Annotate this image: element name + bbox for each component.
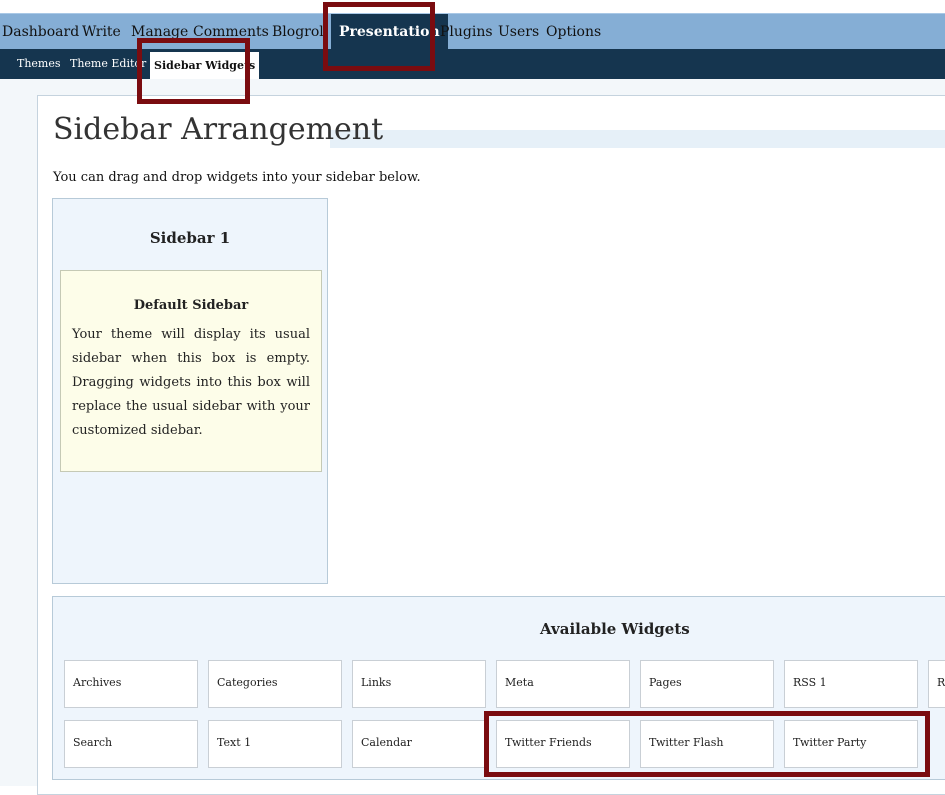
widget-calendar[interactable]: Calendar [352, 720, 486, 768]
nav-write[interactable]: Write [82, 14, 121, 50]
default-sidebar-box: Default Sidebar Your theme will display … [60, 270, 322, 472]
nav-dashboard[interactable]: Dashboard [2, 14, 79, 50]
widget-twitter-party[interactable]: Twitter Party [784, 720, 918, 768]
widget-twitter-flash[interactable]: Twitter Flash [640, 720, 774, 768]
default-sidebar-text: Your theme will display its usual sideba… [72, 327, 310, 438]
subnav-sidebar-widgets[interactable]: Sidebar Widgets [150, 52, 260, 79]
widget-twitter-friends[interactable]: Twitter Friends [496, 720, 630, 768]
widget-meta[interactable]: Meta [496, 660, 630, 708]
sidebar-title: Sidebar 1 [149, 229, 231, 247]
sub-nav: Themes Theme Editor Sidebar Widgets [0, 49, 945, 79]
nav-presentation[interactable]: Presentation [331, 14, 448, 51]
nav-comments[interactable]: Comments [193, 14, 269, 50]
page-title: Sidebar Arrangement [53, 112, 384, 147]
intro-text: You can drag and drop widgets into your … [53, 170, 421, 185]
available-widgets-title: Available Widgets [540, 620, 690, 638]
widget-pages[interactable]: Pages [640, 660, 774, 708]
widget-archives[interactable]: Archives [64, 660, 198, 708]
widget-text-1[interactable]: Text 1 [208, 720, 342, 768]
nav-blogroll[interactable]: Blogroll [272, 14, 328, 50]
widget-partial[interactable]: R [928, 660, 945, 708]
subnav-themes[interactable]: Themes [17, 49, 61, 79]
title-underline [330, 130, 945, 148]
main-nav: Dashboard Write Manage Comments Blogroll… [0, 13, 945, 51]
sidebar-drop-zone[interactable]: Sidebar 1 Default Sidebar Your theme wil… [52, 198, 328, 584]
nav-plugins[interactable]: Plugins [440, 14, 493, 50]
nav-users[interactable]: Users [498, 14, 539, 50]
subnav-theme-editor[interactable]: Theme Editor [70, 49, 146, 79]
nav-options[interactable]: Options [546, 14, 601, 50]
default-sidebar-title: Default Sidebar [133, 298, 249, 313]
widget-rss-1[interactable]: RSS 1 [784, 660, 918, 708]
widget-categories[interactable]: Categories [208, 660, 342, 708]
widget-links[interactable]: Links [352, 660, 486, 708]
widget-search[interactable]: Search [64, 720, 198, 768]
nav-manage[interactable]: Manage [131, 14, 188, 50]
